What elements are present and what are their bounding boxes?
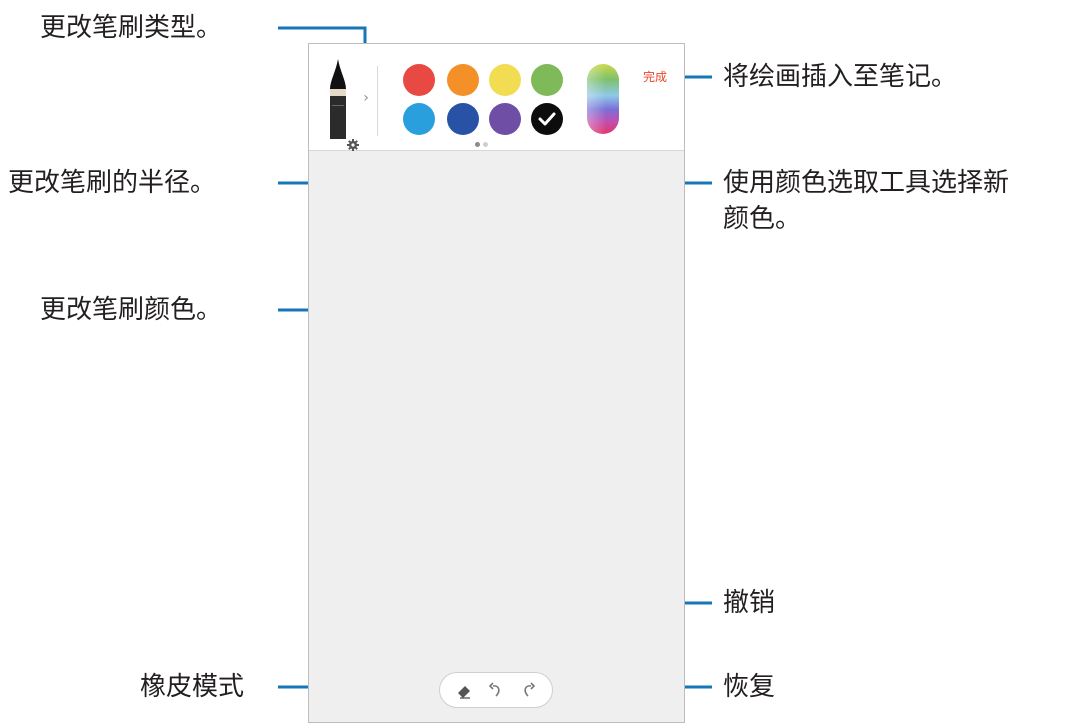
drawing-screen: › 完成 [308, 43, 685, 723]
gear-icon[interactable] [347, 139, 359, 151]
color-swatch-black[interactable] [531, 103, 563, 135]
callout-redo: 恢复 [723, 672, 776, 702]
callout-picker-line2: 颜色。 [723, 204, 802, 234]
page-dot [483, 142, 488, 147]
brush-settings-panel: › 完成 [309, 44, 684, 151]
page-dot-active [475, 142, 480, 147]
callout-brush-type: 更改笔刷类型。 [40, 13, 223, 43]
eraser-icon[interactable] [454, 681, 474, 701]
color-swatch-blue[interactable] [447, 103, 479, 135]
color-swatch-light-blue[interactable] [403, 103, 435, 135]
color-picker-icon[interactable] [587, 64, 619, 134]
done-button[interactable]: 完成 [635, 68, 675, 86]
callout-brush-size: 更改笔刷的半径。 [8, 168, 217, 198]
bottom-toolbar [439, 672, 553, 708]
chevron-right-icon[interactable]: › [359, 88, 373, 108]
callout-eraser: 橡皮模式 [140, 672, 245, 702]
undo-icon[interactable] [486, 681, 506, 701]
color-swatch-green[interactable] [531, 64, 563, 96]
pen-brush-icon[interactable] [327, 59, 349, 139]
callout-undo: 撤销 [723, 588, 776, 618]
color-swatch-red[interactable] [403, 64, 435, 96]
color-swatch-purple[interactable] [489, 103, 521, 135]
redo-icon[interactable] [518, 681, 538, 701]
checkmark-icon [538, 112, 556, 126]
panel-divider [377, 66, 378, 136]
callout-insert: 将绘画插入至笔记。 [723, 62, 958, 92]
callout-picker-line1: 使用颜色选取工具选择新 [723, 168, 1010, 198]
callout-brush-color: 更改笔刷颜色。 [40, 295, 223, 325]
color-swatch-orange[interactable] [447, 64, 479, 96]
color-swatch-yellow[interactable] [489, 64, 521, 96]
page-indicator [475, 142, 491, 148]
